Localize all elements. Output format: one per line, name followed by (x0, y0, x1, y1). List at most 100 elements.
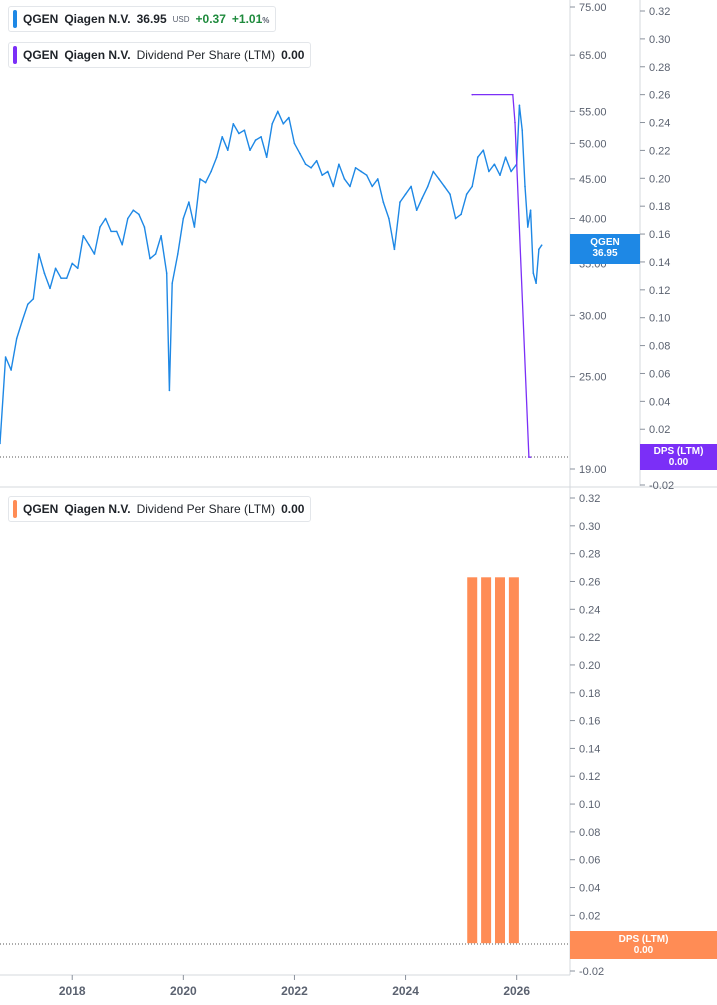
dps-bar (467, 577, 478, 944)
dps-bottom-tick-label: 0.28 (579, 549, 600, 561)
dps-bottom-tick-label: 0.20 (579, 660, 600, 672)
price-tick-label: 25.00 (579, 372, 607, 384)
legend-dps-top-symbol: QGEN (23, 48, 59, 62)
legend-price-company: Qiagen N.V. (64, 12, 131, 26)
legend-dps-top-swatch (13, 46, 17, 64)
legend-dps-bottom-swatch (13, 500, 17, 518)
price-point (315, 159, 318, 162)
price-tick-label: 65.00 (579, 50, 607, 62)
price-point (482, 149, 485, 152)
price-point (532, 272, 535, 274)
price-point (404, 193, 407, 195)
price-point (160, 234, 162, 237)
dps-bottom-tick-label: 0.16 (579, 716, 600, 728)
price-point (126, 217, 129, 220)
x-tick-label: 2018 (59, 984, 86, 998)
legend-price[interactable]: QGEN Qiagen N.V. 36.95 USD +0.37 +1.01% (8, 6, 277, 32)
price-point (343, 178, 346, 180)
price-point (171, 282, 174, 285)
dps-bottom-tick-label: 0.32 (579, 493, 600, 505)
legend-dps-top[interactable]: QGEN Qiagen N.V. Dividend Per Share (LTM… (8, 42, 312, 68)
price-point (426, 185, 429, 188)
price-point (282, 123, 285, 125)
price-point (410, 185, 412, 188)
dps-top-tick-label: 0.24 (649, 118, 670, 130)
price-point (326, 170, 329, 173)
price-point (493, 163, 496, 166)
dps-line-point (514, 121, 516, 124)
dps-bottom-tick-label: 0.14 (579, 743, 600, 755)
price-point (182, 217, 185, 220)
price-point (32, 298, 35, 300)
dps-top-tick-label: 0.20 (649, 173, 670, 185)
price-point (465, 193, 468, 195)
price-point (215, 156, 218, 158)
price-point (15, 337, 18, 340)
dps-top-tick-label: 0.30 (649, 34, 670, 46)
price-tick-label: 75.00 (579, 2, 607, 14)
x-tick-label: 2026 (503, 984, 530, 998)
price-point (276, 110, 279, 113)
price-point (521, 129, 524, 132)
dps-bottom-tick-label: 0.30 (579, 521, 600, 533)
price-point (121, 243, 124, 246)
dps-bottom-tick-label: 0.24 (579, 604, 600, 616)
legend-dps-bottom[interactable]: QGEN Qiagen N.V. Dividend Per Share (LTM… (8, 496, 312, 522)
legend-dps-bottom-metric: Dividend Per Share (LTM) (136, 502, 276, 516)
price-point (299, 152, 301, 155)
price-point (510, 170, 512, 173)
price-point (354, 167, 357, 169)
legend-dps-bottom-symbol: QGEN (23, 502, 59, 516)
price-point (221, 135, 224, 138)
price-point (388, 217, 390, 220)
dps-top-tick-label: 0.32 (649, 6, 670, 18)
price-point (540, 244, 543, 246)
price-point (349, 185, 351, 188)
price-point (138, 213, 140, 216)
price-point (526, 226, 529, 228)
price-point (115, 230, 118, 233)
dps-top-tick-label: 0.10 (649, 313, 670, 325)
price-point (338, 163, 340, 166)
legend-dps-top-value: 0.00 (281, 48, 305, 62)
price-point (399, 201, 401, 203)
price-point (518, 104, 521, 107)
dps-top-tag-value: 0.00 (668, 457, 689, 468)
price-point (232, 123, 235, 125)
dps-top-tag-label: DPS (LTM) (653, 446, 704, 457)
price-tag-symbol: QGEN (590, 237, 620, 248)
price-point (193, 226, 196, 228)
price-point (471, 185, 474, 188)
price-point (488, 170, 490, 173)
price-tick-label: 40.00 (579, 214, 607, 226)
price-point (110, 230, 112, 233)
price-point (149, 257, 151, 260)
price-point (49, 287, 51, 290)
price-point (365, 174, 368, 176)
price-point (376, 178, 379, 180)
price-point (165, 272, 168, 274)
dps-bottom-tick-label: 0.08 (579, 827, 600, 839)
price-point (226, 149, 229, 152)
price-point (104, 217, 107, 220)
price-point (499, 174, 501, 176)
price-point (476, 156, 479, 158)
price-point (143, 226, 146, 228)
price-point (199, 178, 201, 180)
price-tick-label: 30.00 (579, 310, 607, 322)
price-point (382, 201, 385, 203)
dps-bottom-tick-label: 0.10 (579, 799, 600, 811)
price-point (93, 253, 96, 255)
dps-bottom-tick-label: 0.04 (579, 883, 600, 895)
dps-bottom-tag: DPS (LTM) 0.00 (570, 931, 717, 959)
price-point (38, 253, 40, 255)
price-point (243, 129, 246, 132)
dps-top-tick-label: 0.06 (649, 368, 670, 380)
dps-bottom-tick-label: 0.06 (579, 855, 600, 867)
price-tick-label: 55.00 (579, 106, 607, 118)
price-point (535, 282, 537, 285)
price-point (88, 243, 90, 246)
price-point (454, 217, 457, 220)
price-point (76, 267, 79, 270)
price-point (132, 209, 135, 212)
